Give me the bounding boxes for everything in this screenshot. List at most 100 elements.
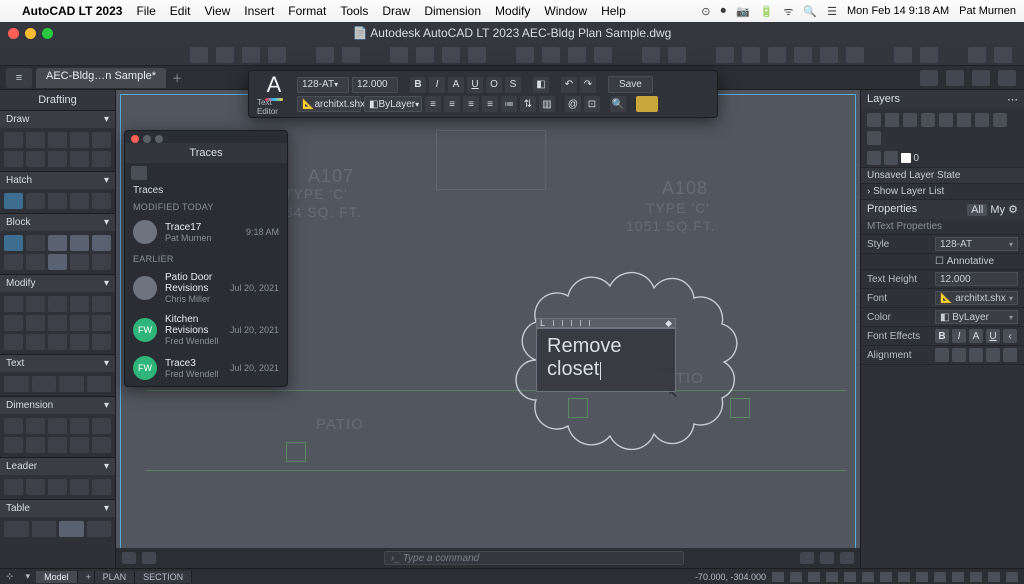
text-font-dropdown[interactable]: 📐 architxt.shx ▾ (297, 96, 361, 112)
palette-group-hatch[interactable]: Hatch▾ (0, 171, 115, 189)
justify-button[interactable]: ≡ (425, 96, 441, 112)
add-layout-button[interactable]: + (78, 571, 95, 583)
arc-tool[interactable] (92, 132, 111, 148)
mtext-tool[interactable] (4, 376, 29, 392)
copy-tool[interactable] (26, 296, 45, 312)
qat-button[interactable] (820, 47, 838, 63)
zoom-window-button[interactable] (42, 28, 53, 39)
qat-button[interactable] (542, 47, 560, 63)
insert-block-tool[interactable] (4, 235, 23, 251)
status-toggle[interactable] (772, 572, 784, 582)
redo-button[interactable]: ↷ (580, 77, 596, 93)
qat-button[interactable] (468, 47, 486, 63)
menu-draw[interactable]: Draw (382, 4, 410, 18)
layer-state[interactable]: Unsaved Layer State (867, 170, 960, 181)
panel-config-icon[interactable]: ⚙ (1008, 204, 1018, 216)
palette-group-dimension[interactable]: Dimension▾ (0, 396, 115, 414)
undo-button[interactable]: ↶ (561, 77, 577, 93)
layout-tab[interactable]: SECTION (135, 571, 192, 583)
bold-button[interactable]: B (410, 77, 426, 93)
dim-tool[interactable] (92, 437, 111, 453)
minimize-window-button[interactable] (25, 28, 36, 39)
status-toggle[interactable] (880, 572, 892, 582)
block-tool[interactable] (48, 254, 67, 270)
ellipse-tool[interactable] (4, 151, 23, 167)
menu-modify[interactable]: Modify (495, 4, 530, 18)
create-block-tool[interactable] (26, 235, 45, 251)
block-tool[interactable] (92, 235, 111, 251)
italic-button[interactable]: I (429, 77, 445, 93)
align-right-button[interactable]: ≡ (482, 96, 498, 112)
panel-toggle[interactable] (972, 70, 990, 86)
status-toggle[interactable] (808, 572, 820, 582)
palette-group-draw[interactable]: Draw▾ (0, 110, 115, 128)
mtext-editor[interactable]: L ◆ Remove closet (536, 318, 676, 392)
text-tool[interactable] (59, 376, 84, 392)
bullets-button[interactable]: ≔ (501, 96, 517, 112)
rectangle-tool[interactable] (70, 132, 89, 148)
panel-toggle[interactable] (946, 70, 964, 86)
qat-button[interactable] (242, 47, 260, 63)
qat-button[interactable] (742, 47, 760, 63)
draw-tool[interactable] (70, 151, 89, 167)
block-tool[interactable] (70, 235, 89, 251)
align-right-button[interactable] (969, 348, 983, 362)
status-toggle[interactable] (916, 572, 928, 582)
pan-button[interactable] (668, 47, 686, 63)
boundary-tool[interactable] (48, 193, 67, 209)
layer-tool[interactable] (885, 113, 899, 127)
block-tool[interactable] (48, 235, 67, 251)
qat-button[interactable] (190, 47, 208, 63)
qat-button[interactable] (794, 47, 812, 63)
hatch-tool[interactable] (92, 193, 111, 209)
align-more-button[interactable] (1003, 348, 1017, 362)
layer-color-swatch[interactable] (901, 153, 911, 163)
cmd-tool[interactable] (122, 552, 136, 564)
status-toggle[interactable] (970, 572, 982, 582)
layer-name[interactable]: 0 (913, 153, 919, 164)
menu-edit[interactable]: Edit (170, 4, 191, 18)
modify-tool[interactable] (48, 334, 67, 350)
status-toggle[interactable] (898, 572, 910, 582)
ucs-icon[interactable]: ⊹ (0, 571, 20, 582)
status-toggle[interactable] (934, 572, 946, 582)
block-tool[interactable] (70, 254, 89, 270)
nav-icon[interactable]: ▾ (20, 571, 37, 582)
spacing-button[interactable]: ⇅ (520, 96, 536, 112)
redo-button[interactable] (342, 47, 360, 63)
qat-button[interactable] (594, 47, 612, 63)
layer-tool[interactable] (993, 113, 1007, 127)
undo-button[interactable] (316, 47, 334, 63)
model-tab[interactable]: Model (36, 571, 78, 583)
status-toggle[interactable] (862, 572, 874, 582)
menu-window[interactable]: Window (544, 4, 587, 18)
control-center-icon[interactable]: ☰ (827, 5, 837, 18)
chevron-right-icon[interactable]: › (867, 186, 870, 197)
layout-tab[interactable]: PLAN (95, 571, 136, 583)
qat-button[interactable] (968, 47, 986, 63)
symbol-button[interactable]: @ (565, 96, 581, 112)
menu-view[interactable]: View (204, 4, 230, 18)
document-tab[interactable]: AEC-Bldg…n Sample* (36, 68, 166, 88)
palette-group-text[interactable]: Text▾ (0, 354, 115, 372)
text-style-dropdown[interactable]: 128-AT ▾ (297, 77, 349, 93)
layer-lock-icon[interactable] (884, 151, 898, 165)
polyline-tool[interactable] (26, 132, 45, 148)
underline-button[interactable]: U (986, 329, 1000, 343)
field-button[interactable]: ⊡ (584, 96, 600, 112)
qat-button[interactable] (268, 47, 286, 63)
trace-item[interactable]: FW Kitchen RevisionsFred Wendell Jul 20,… (125, 310, 287, 352)
layer-tool[interactable] (939, 113, 953, 127)
trace-item[interactable]: Trace17Pat Murnen 9:18 AM (125, 216, 287, 250)
start-tab[interactable]: ≡ (6, 68, 32, 88)
hatch-tool[interactable] (4, 193, 23, 209)
dim-tool[interactable] (4, 437, 23, 453)
dim-tool[interactable] (70, 418, 89, 434)
qat-button[interactable] (846, 47, 864, 63)
cmd-tool[interactable] (142, 552, 156, 564)
menu-format[interactable]: Format (288, 4, 326, 18)
overline-button[interactable]: O (486, 77, 502, 93)
trim-tool[interactable] (4, 315, 23, 331)
spotlight-icon[interactable]: 🔍 (803, 5, 817, 18)
props-tab-all[interactable]: All (967, 204, 987, 216)
